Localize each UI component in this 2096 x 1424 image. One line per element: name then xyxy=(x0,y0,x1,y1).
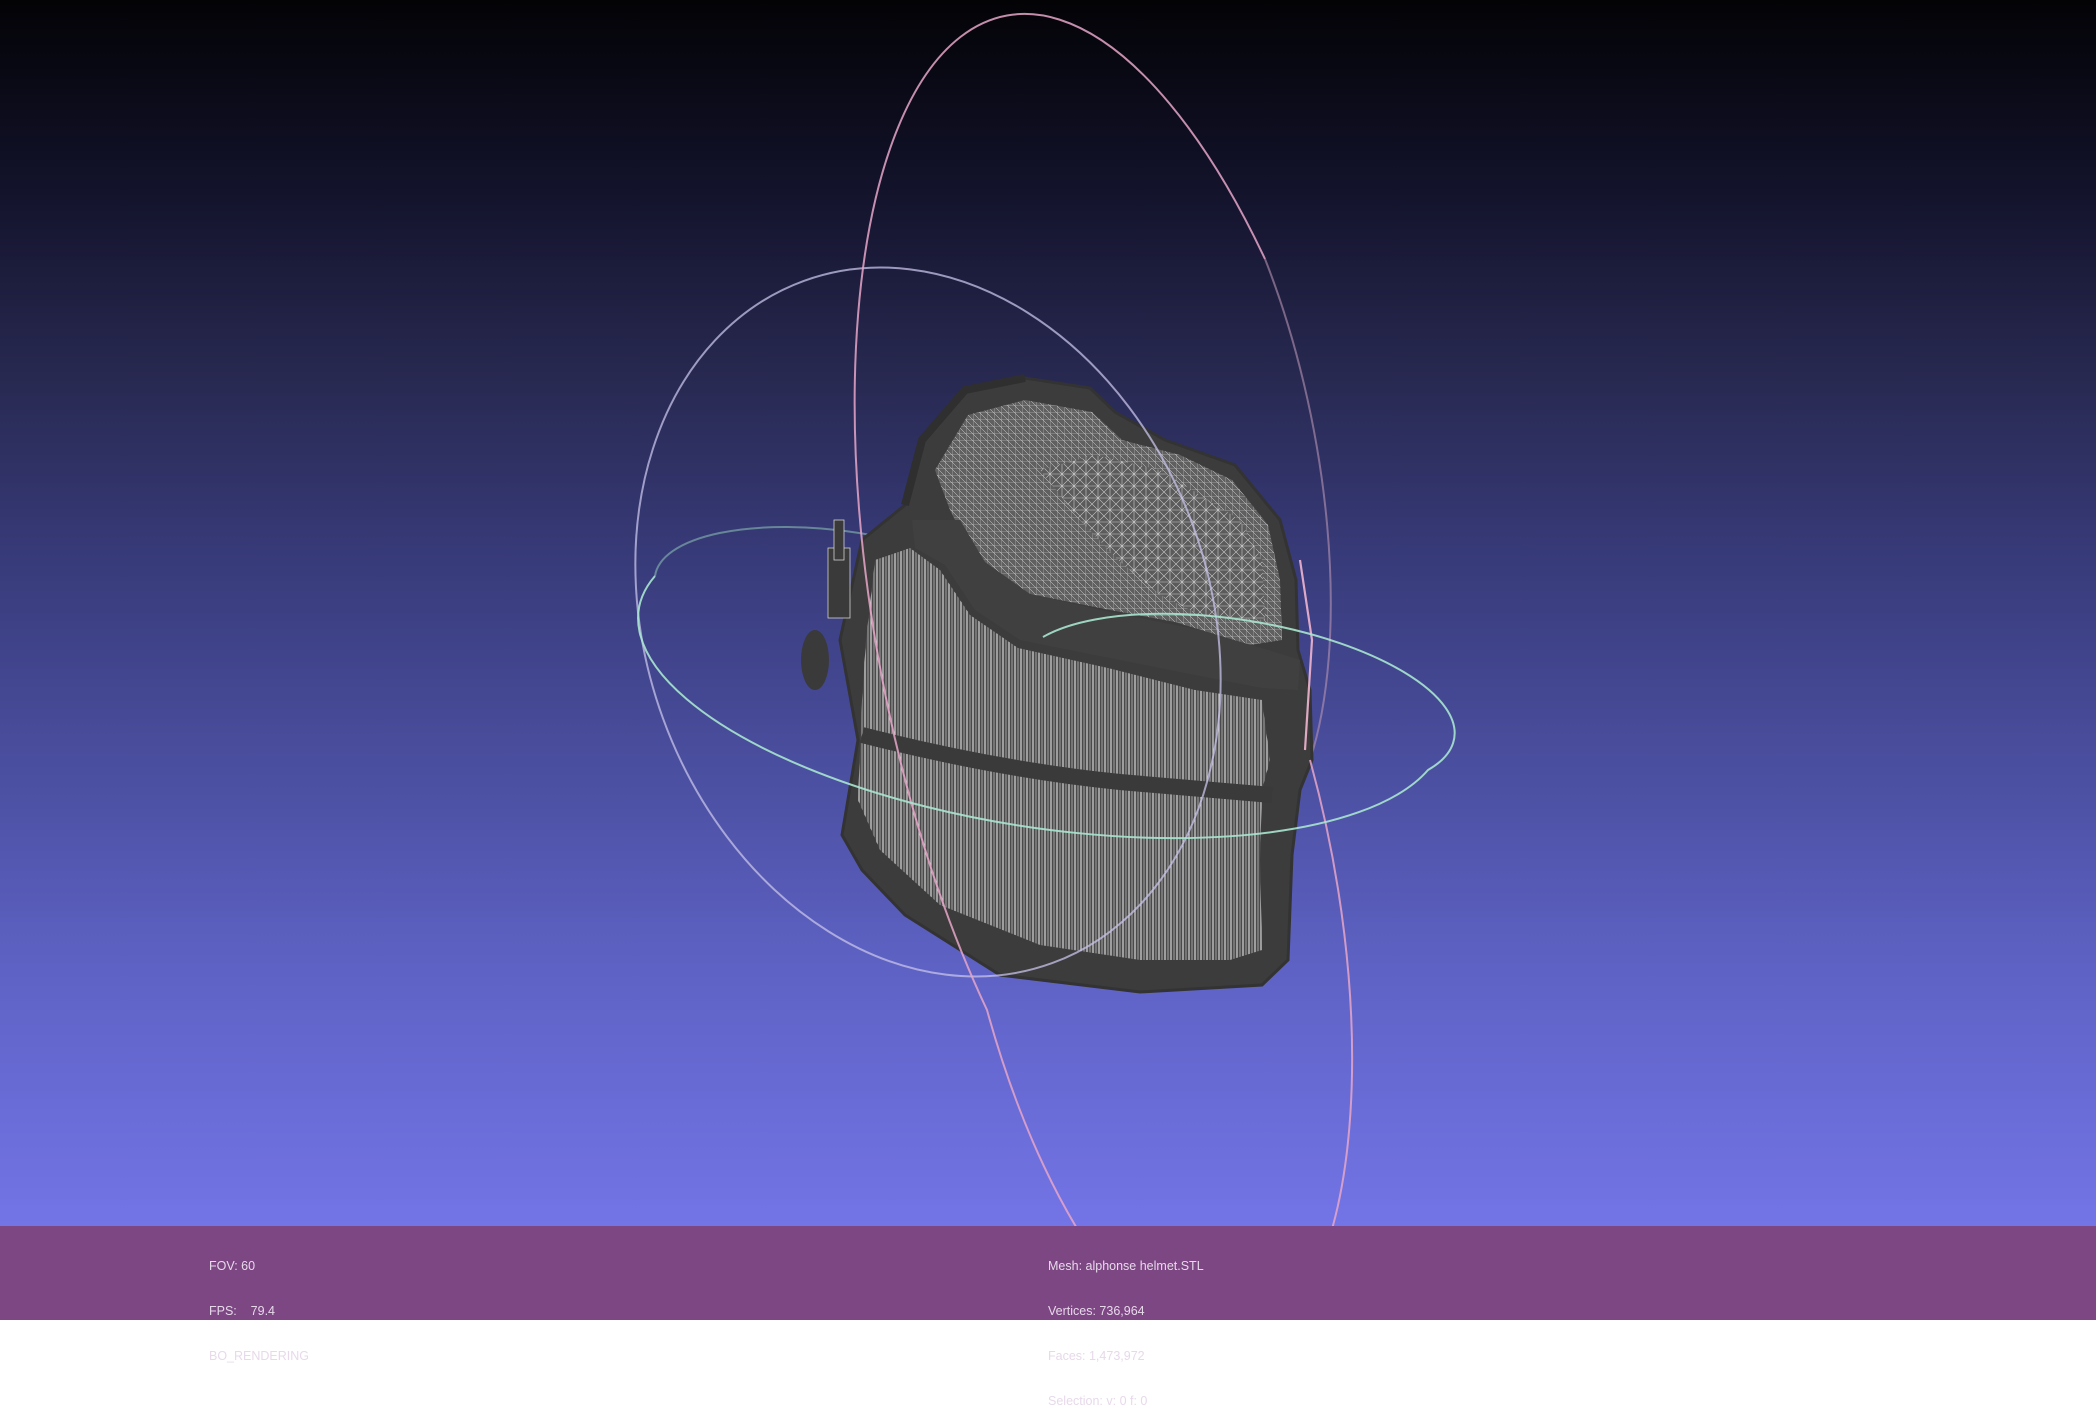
vertex-count-readout: Vertices: 736,964 xyxy=(1048,1304,1145,1318)
helmet-mesh-model[interactable] xyxy=(801,374,1314,994)
fps-readout: FPS: 79.4 xyxy=(209,1304,276,1318)
mesh-name-readout: Mesh: alphonse helmet.STL xyxy=(1048,1259,1204,1273)
helmet-side-bracket xyxy=(801,519,851,690)
fov-readout: FOV: 60 xyxy=(209,1259,256,1273)
render-mode-readout: BO_RENDERING xyxy=(209,1349,310,1363)
3d-viewport[interactable] xyxy=(0,0,2096,1226)
scene-canvas[interactable] xyxy=(0,0,2096,1226)
render-stats: FOV: 60 FPS: 79.4 BO_RENDERING xyxy=(209,1229,309,1379)
mesh-stats: Mesh: alphonse helmet.STL Vertices: 736,… xyxy=(1048,1229,1204,1424)
selection-readout: Selection: v: 0 f: 0 xyxy=(1048,1394,1148,1408)
face-count-readout: Faces: 1,473,972 xyxy=(1048,1349,1145,1363)
